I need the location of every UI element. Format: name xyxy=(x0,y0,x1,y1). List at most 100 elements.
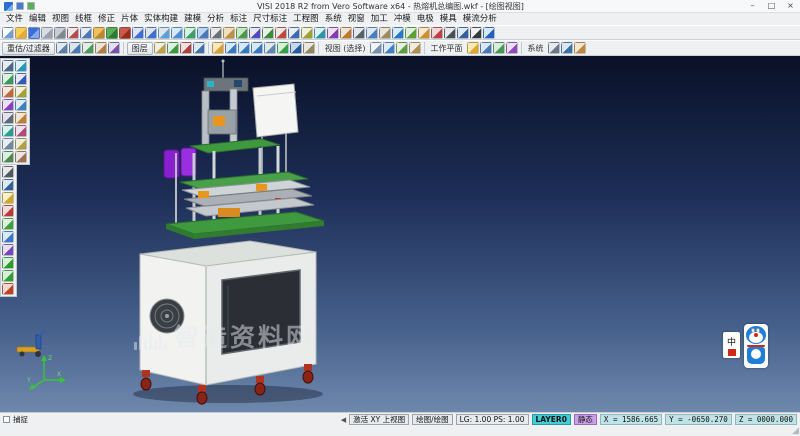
menu-item[interactable]: 视窗 xyxy=(345,13,368,25)
arc-tool-icon[interactable] xyxy=(2,86,14,98)
rectangle-icon[interactable] xyxy=(301,27,313,39)
menu-item[interactable]: 线框 xyxy=(72,13,95,25)
sys-database-icon[interactable] xyxy=(561,42,573,54)
wp-xz-icon[interactable] xyxy=(480,42,492,54)
view-select-label[interactable]: 视图 (选择) xyxy=(322,43,369,54)
chamfer-icon[interactable] xyxy=(379,27,391,39)
print-icon[interactable] xyxy=(41,27,53,39)
menu-item[interactable]: 分析 xyxy=(204,13,227,25)
move-icon[interactable] xyxy=(405,27,417,39)
menu-item[interactable]: 修正 xyxy=(95,13,118,25)
menu-item[interactable]: 系统 xyxy=(322,13,345,25)
plot-icon[interactable] xyxy=(54,27,66,39)
select-curve-icon[interactable] xyxy=(108,42,120,54)
view-select-dropdown-icon[interactable] xyxy=(370,42,382,54)
view-save-icon[interactable] xyxy=(383,42,395,54)
menu-item[interactable]: 实体构建 xyxy=(141,13,181,25)
sys-settings-icon[interactable] xyxy=(548,42,560,54)
view-back-icon[interactable]: ◀ xyxy=(341,416,346,424)
line-icon[interactable] xyxy=(262,27,274,39)
cad-model-3d[interactable] xyxy=(110,58,340,408)
filter-tab[interactable]: 重估/过滤器 xyxy=(2,42,55,55)
paste-icon[interactable] xyxy=(93,27,105,39)
rotate-icon[interactable] xyxy=(418,27,430,39)
open-file-icon[interactable] xyxy=(15,27,27,39)
zoom-in-icon[interactable] xyxy=(132,27,144,39)
layer-set-icon[interactable] xyxy=(193,42,205,54)
view-restore-icon[interactable] xyxy=(396,42,408,54)
mode-indicator[interactable]: 静态 xyxy=(574,414,597,425)
resize-grip[interactable]: ◢ xyxy=(792,427,799,436)
pan-icon[interactable] xyxy=(171,27,183,39)
menu-item[interactable]: 建模 xyxy=(181,13,204,25)
wp-custom-icon[interactable] xyxy=(506,42,518,54)
surface-tool-icon[interactable] xyxy=(15,99,27,111)
note-tool-icon[interactable] xyxy=(2,192,14,204)
menu-item[interactable]: 文件 xyxy=(3,13,26,25)
wcs-tool-icon[interactable] xyxy=(15,151,27,163)
solid-tool-icon[interactable] xyxy=(2,112,14,124)
grid-tool-icon[interactable] xyxy=(2,138,14,150)
section-tool-icon[interactable] xyxy=(2,205,14,217)
layer-manager-icon[interactable] xyxy=(236,27,248,39)
scale-icon[interactable] xyxy=(431,27,443,39)
select-edge-icon[interactable] xyxy=(82,42,94,54)
view-shade-icon[interactable] xyxy=(290,42,302,54)
dimension-icon[interactable] xyxy=(457,27,469,39)
system-label[interactable]: 系统 xyxy=(525,43,547,54)
snap-tool-icon[interactable] xyxy=(15,138,27,150)
measure-icon[interactable] xyxy=(444,27,456,39)
new-file-icon[interactable] xyxy=(2,27,14,39)
active-layer-indicator[interactable]: LAYER0 xyxy=(532,414,571,425)
wireframe-icon[interactable] xyxy=(210,27,222,39)
spline-icon[interactable] xyxy=(327,27,339,39)
circle-tool-icon[interactable] xyxy=(15,73,27,85)
save-icon[interactable] xyxy=(28,27,40,39)
maximize-button[interactable]: □ xyxy=(762,0,781,12)
menu-item[interactable]: 加工 xyxy=(368,13,391,25)
menu-item[interactable]: 模具 xyxy=(437,13,460,25)
menu-item[interactable]: 片体 xyxy=(118,13,141,25)
copy-icon[interactable] xyxy=(80,27,92,39)
menu-item[interactable]: 冲模 xyxy=(391,13,414,25)
rect-tool-icon[interactable] xyxy=(15,86,27,98)
snap-checkbox[interactable] xyxy=(3,416,10,423)
wp-yz-icon[interactable] xyxy=(493,42,505,54)
menu-item[interactable]: 视图 xyxy=(49,13,72,25)
view-prev-icon[interactable] xyxy=(303,42,315,54)
redo-icon[interactable] xyxy=(119,27,131,39)
view-front-icon[interactable] xyxy=(238,42,250,54)
wp-xy-icon[interactable] xyxy=(467,42,479,54)
active-view-indicator[interactable]: 激活 XY 上视图 xyxy=(349,414,409,425)
workplane-label[interactable]: 工作平面 xyxy=(428,43,466,54)
menu-item[interactable]: 尺寸标注 xyxy=(250,13,290,25)
viewport[interactable]: Z X Y 智造资料网 中 xyxy=(0,56,800,412)
fillet-icon[interactable] xyxy=(366,27,378,39)
menu-item[interactable]: 模流分析 xyxy=(460,13,500,25)
sys-tools-icon[interactable] xyxy=(574,42,586,54)
zoom-fit-icon[interactable] xyxy=(158,27,170,39)
blend-tool-icon[interactable] xyxy=(2,125,14,137)
quick-save-icon[interactable] xyxy=(16,2,24,10)
view-right-icon[interactable] xyxy=(251,42,263,54)
help-icon[interactable] xyxy=(483,27,495,39)
layer-tool-icon[interactable] xyxy=(2,151,14,163)
trim-icon[interactable] xyxy=(353,27,365,39)
render-tool-icon[interactable] xyxy=(2,257,14,269)
line-tool-icon[interactable] xyxy=(2,73,14,85)
quick-undo-icon[interactable] xyxy=(27,2,35,10)
layer-tab[interactable]: 图层 xyxy=(127,42,153,55)
draw-mode-indicator[interactable]: 绘图/绘图 xyxy=(412,414,453,425)
menu-item[interactable]: 编辑 xyxy=(26,13,49,25)
select-tool-icon[interactable] xyxy=(2,60,14,72)
view-list-icon[interactable] xyxy=(409,42,421,54)
array-tool-icon[interactable] xyxy=(2,231,14,243)
view-rotate-icon[interactable] xyxy=(277,42,289,54)
menu-item[interactable]: 电极 xyxy=(414,13,437,25)
measure-tool-icon[interactable] xyxy=(2,166,14,178)
menu-item[interactable]: 标注 xyxy=(227,13,250,25)
layer-new-icon[interactable] xyxy=(154,42,166,54)
layer-on-icon[interactable] xyxy=(167,42,179,54)
group-tool-icon[interactable] xyxy=(2,244,14,256)
feature-tool-icon[interactable] xyxy=(15,112,27,124)
